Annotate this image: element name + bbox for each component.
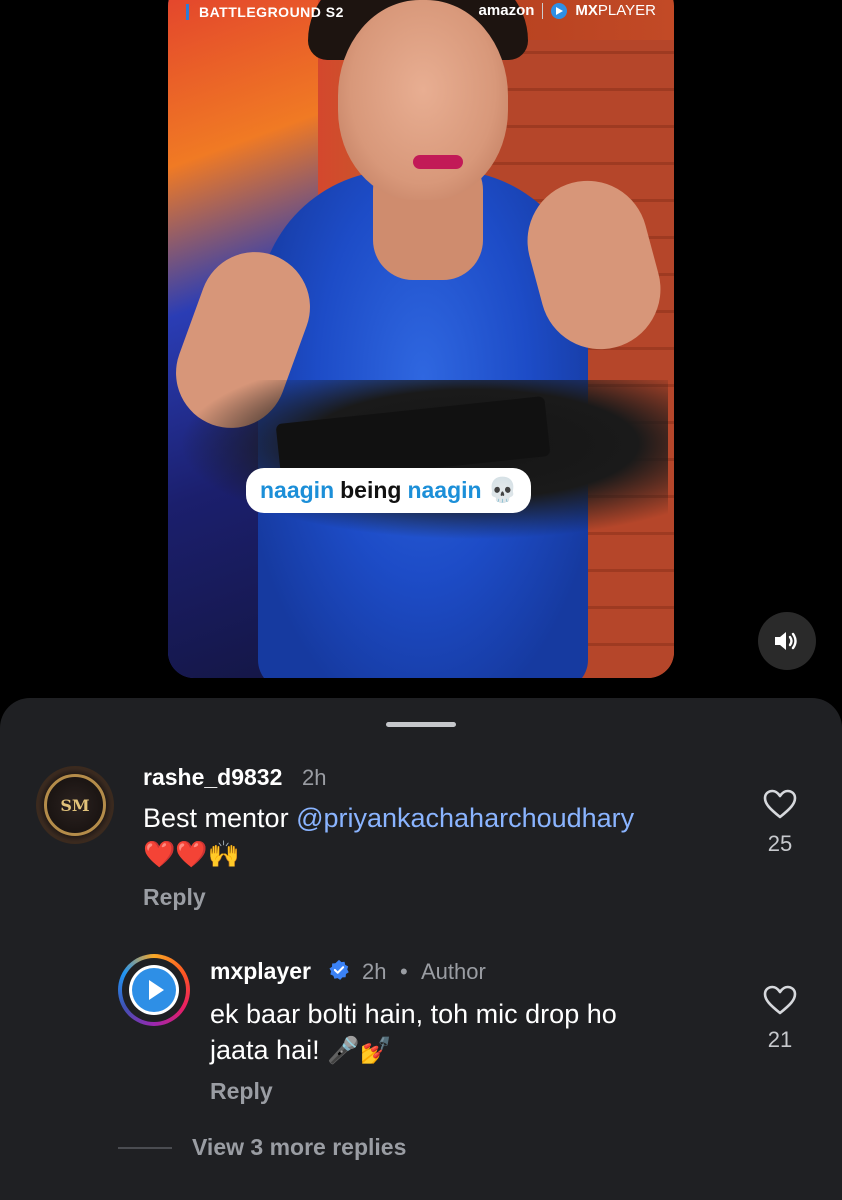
mute-toggle-button[interactable] [758,612,816,670]
caption-word: being [340,477,402,503]
brand-logos: amazon MXPLAYER [479,2,656,19]
avatar[interactable]: SM [36,766,114,844]
play-icon [132,968,176,1012]
thread-line [118,1146,172,1149]
comment-text-prefix: Best mentor [143,803,297,833]
comments-sheet: SM rashe_d9832 2h Best mentor @priyankac… [0,698,842,1200]
lips [413,155,463,169]
skull-emoji: 💀 [487,477,518,504]
face [338,0,508,200]
verified-badge-icon [329,959,349,980]
comment-text-line: ek baar bolti hain, toh mic drop ho [210,999,617,1029]
mxplayer-play-icon [551,2,568,19]
comment-time: 2h [302,765,327,790]
avatar-logo-text: SM [60,796,90,815]
caption-word: naagin [260,477,335,503]
brand-divider [542,2,544,19]
video-caption: naagin being naagin 💀 [246,468,532,513]
comment-username[interactable]: rashe_d9832 [143,764,282,791]
amazon-logo: amazon [478,2,535,19]
reply-button[interactable]: Reply [143,884,206,911]
avatar-inner [122,958,186,1022]
reply-button[interactable]: Reply [210,1078,273,1105]
comment-username[interactable]: mxplayer [210,958,311,985]
reel-video[interactable]: BATTLEGROUND S2 amazon MXPLAYER naagin b… [168,0,674,678]
speaker-volume-icon [775,632,797,650]
show-title: BATTLEGROUND S2 [186,4,344,20]
comment-emojis: 🎤💅 [327,1035,392,1065]
play-logo [129,965,179,1015]
view-more-replies-label[interactable]: View 3 more replies [192,1134,406,1161]
comment-text: Best mentor @priyankachaharchoudhary ❤️❤… [143,800,743,872]
mention-link[interactable]: @priyankachaharchoudhary [296,803,634,833]
author-label: Author [421,959,486,984]
mxplayer-logo: MXPLAYER [575,2,656,19]
view-more-replies[interactable]: View 3 more replies [118,1134,406,1161]
video-top-bar: BATTLEGROUND S2 amazon MXPLAYER [168,0,674,26]
caption-word: naagin [407,477,482,503]
reel-video-area[interactable]: BATTLEGROUND S2 amazon MXPLAYER naagin b… [0,0,842,700]
comment-text-line: jaata hai! [210,1035,328,1065]
like-button[interactable]: 21 [760,984,800,1053]
like-button[interactable]: 25 [760,788,800,857]
like-count: 21 [767,1027,793,1052]
comment-time: 2h [362,959,387,984]
sheet-drag-handle[interactable] [386,722,456,727]
heart-icon [763,985,797,1015]
heart-icon [763,789,797,819]
comment-text: ek baar bolti hain, toh mic drop ho jaat… [210,996,750,1068]
comment-emojis: ❤️❤️🙌 [143,839,241,869]
meta-separator: • [400,959,408,984]
like-count: 25 [767,831,793,856]
avatar[interactable] [118,954,190,1026]
